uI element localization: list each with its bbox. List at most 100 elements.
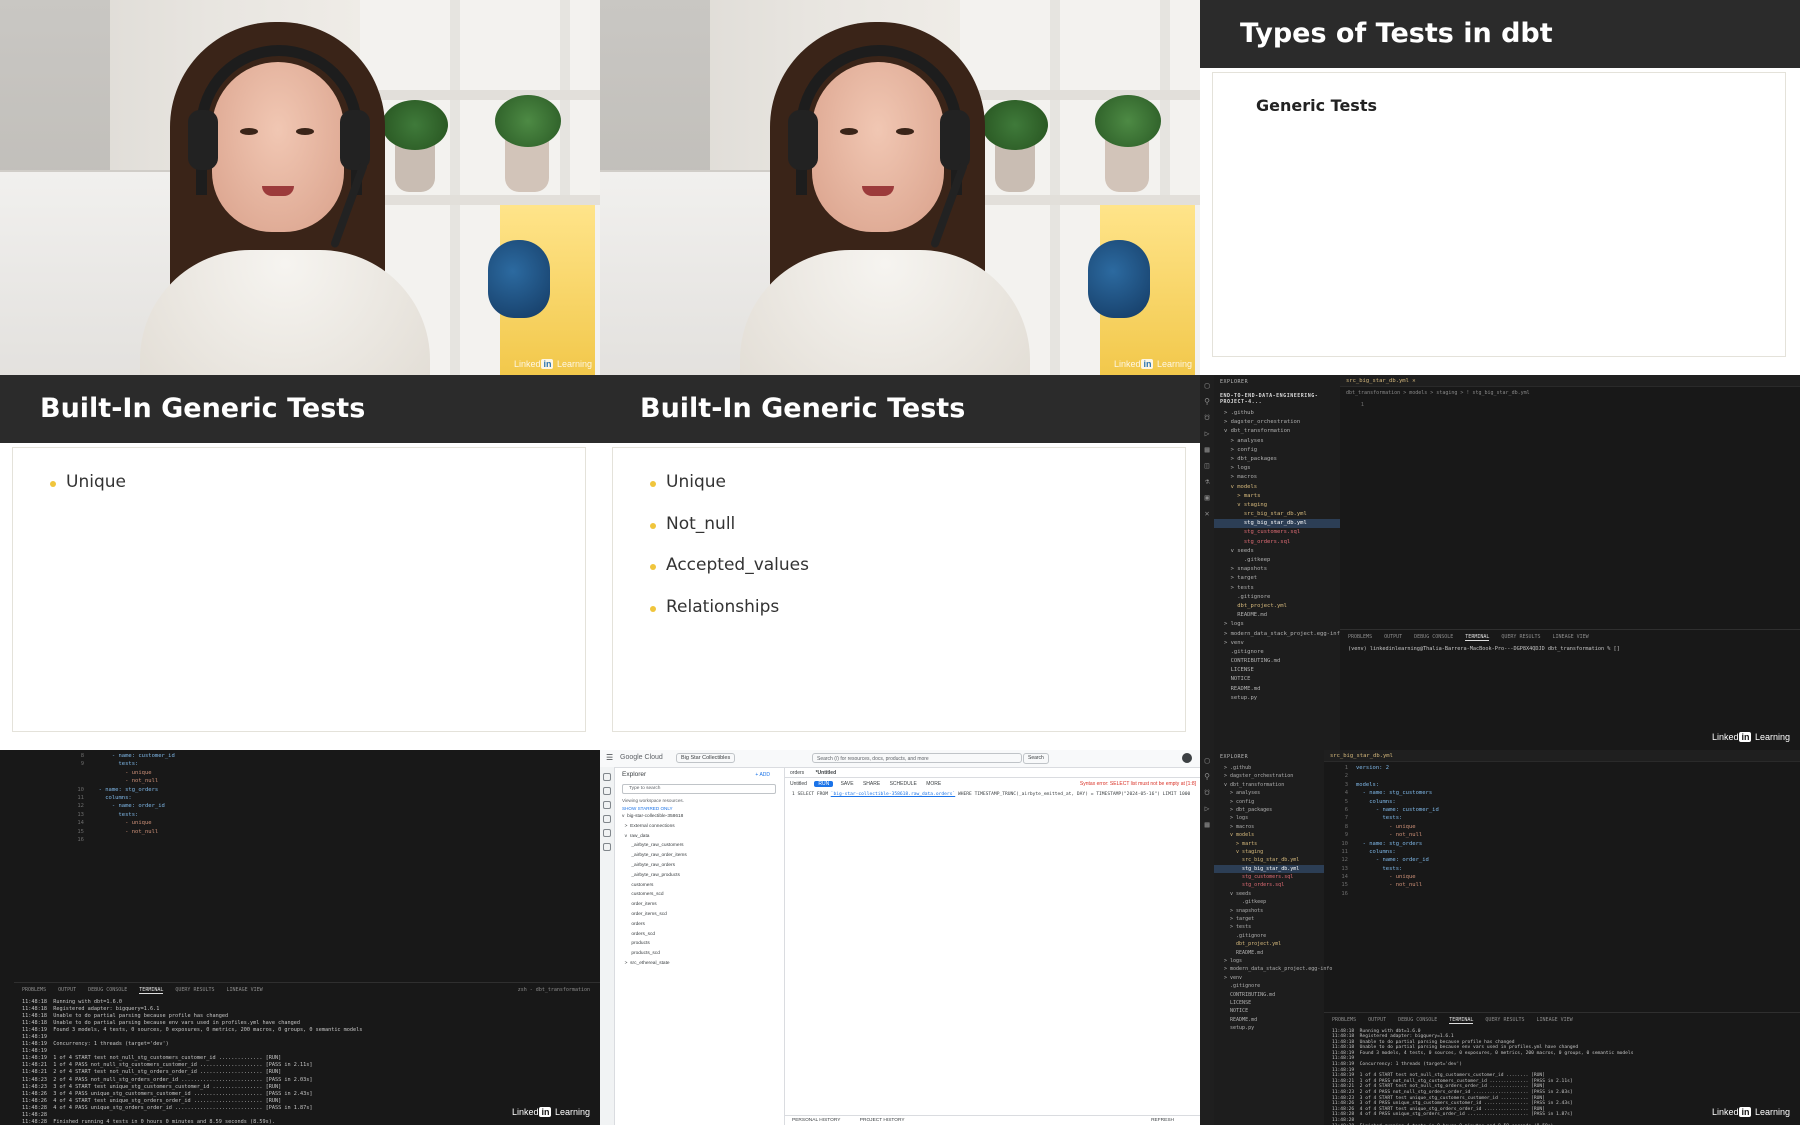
pipelines-icon[interactable] xyxy=(603,815,611,823)
file-tree-item[interactable]: stg_customers.sql xyxy=(1214,873,1324,881)
resource-tree-item[interactable]: > src_ethereal_state xyxy=(614,959,784,969)
file-tree-item[interactable]: > analyses xyxy=(1214,789,1324,797)
resource-tree-item[interactable]: order_items_scd xyxy=(614,910,784,920)
close-icon[interactable]: ✕ xyxy=(1204,510,1211,518)
search-icon[interactable]: ⚲ xyxy=(1204,773,1211,781)
file-tree-item[interactable]: > target xyxy=(1214,915,1324,923)
schedule-button[interactable]: SCHEDULE xyxy=(890,781,917,787)
file-tree-item[interactable]: stg_orders.sql xyxy=(1214,881,1324,889)
panel-tab[interactable]: QUERY RESULTS xyxy=(1501,634,1540,640)
project-title[interactable]: END-TO-END-DATA-ENGINEERING-PROJECT-4... xyxy=(1214,389,1340,409)
resource-tree-item[interactable]: _airbyte_raw_customers xyxy=(614,841,784,851)
settings-icon[interactable] xyxy=(603,843,611,851)
file-tree-item[interactable]: CONTRIBUTING.md xyxy=(1214,657,1340,666)
resource-tree-item[interactable]: orders_scd xyxy=(614,930,784,940)
panel-tab[interactable]: PROBLEMS xyxy=(1332,1017,1356,1023)
docker-icon[interactable]: ▣ xyxy=(1204,494,1211,502)
panel-tab[interactable]: PROBLEMS xyxy=(1348,634,1372,640)
file-tree-item[interactable]: > dagster_orchestration xyxy=(1214,418,1340,427)
panel-tab[interactable]: OUTPUT xyxy=(58,987,76,993)
file-tree-item[interactable]: > logs xyxy=(1214,464,1340,473)
file-tree-item[interactable]: v models xyxy=(1214,831,1324,839)
close-icon[interactable]: ✕ xyxy=(1412,378,1415,384)
file-tree-item[interactable]: v models xyxy=(1214,483,1340,492)
panel-tab[interactable]: DEBUG CONSOLE xyxy=(1414,634,1453,640)
database-icon[interactable]: ◫ xyxy=(1204,462,1211,470)
file-tree-item[interactable]: > config xyxy=(1214,798,1324,806)
editor-tab[interactable]: src_big_star_db.yml xyxy=(1324,750,1800,762)
search-input[interactable]: Search (/) for resources, docs, products… xyxy=(812,753,1022,763)
file-tree-item[interactable]: setup.py xyxy=(1214,1024,1324,1032)
editor-tab[interactable]: src_big_star_db.yml ✕ xyxy=(1340,375,1800,387)
file-tree-item[interactable]: > snapshots xyxy=(1214,565,1340,574)
panel-tab[interactable]: TERMINAL xyxy=(1449,1016,1474,1024)
file-tree-item[interactable]: > marts xyxy=(1214,840,1324,848)
file-tree-item[interactable]: stg_big_star_db.yml xyxy=(1214,864,1324,874)
file-tree-item[interactable]: .gitignore xyxy=(1214,982,1324,990)
source-control-icon[interactable]: ☋ xyxy=(1204,789,1211,797)
file-tree-item[interactable]: v dbt_transformation xyxy=(1214,427,1340,436)
file-tree-item[interactable]: > logs xyxy=(1214,957,1324,965)
file-tree-item[interactable]: .gitignore xyxy=(1214,932,1324,940)
file-tree-item[interactable]: CONTRIBUTING.md xyxy=(1214,991,1324,999)
file-tree-item[interactable]: > dbt_packages xyxy=(1214,806,1324,814)
add-button[interactable]: + ADD xyxy=(755,772,770,778)
file-tree-item[interactable]: LICENSE xyxy=(1214,666,1340,675)
file-tree-item[interactable]: README.md xyxy=(1214,949,1324,957)
file-tree-item[interactable]: .gitignore xyxy=(1214,648,1340,657)
project-history-tab[interactable]: PROJECT HISTORY xyxy=(860,1118,905,1123)
file-tree-item[interactable]: > logs xyxy=(1214,814,1324,822)
resource-tree-item[interactable]: _airbyte_raw_order_items xyxy=(614,851,784,861)
file-tree-item[interactable]: dbt_project.yml xyxy=(1214,602,1340,611)
panel-tab[interactable]: DEBUG CONSOLE xyxy=(1398,1017,1437,1023)
panel-tab[interactable]: PROBLEMS xyxy=(22,987,46,993)
panel-tab[interactable]: LINEAGE VIEW xyxy=(1537,1017,1573,1023)
avatar[interactable] xyxy=(1182,753,1192,763)
files-icon[interactable]: ▢ xyxy=(1204,382,1211,390)
file-tree-item[interactable]: README.md xyxy=(1214,1016,1324,1024)
file-tree-item[interactable]: v staging xyxy=(1214,501,1340,510)
file-tree-item[interactable]: > snapshots xyxy=(1214,907,1324,915)
source-control-icon[interactable]: ☋ xyxy=(1204,414,1211,422)
file-tree-item[interactable]: LICENSE xyxy=(1214,999,1324,1007)
run-debug-icon[interactable]: ▷ xyxy=(1204,805,1211,813)
file-tree-item[interactable]: > dagster_orchestration xyxy=(1214,772,1324,780)
file-tree-item[interactable]: > venv xyxy=(1214,639,1340,648)
file-tree-item[interactable]: > macros xyxy=(1214,823,1324,831)
resource-tree-item[interactable]: order_items xyxy=(614,900,784,910)
file-tree-item[interactable]: setup.py xyxy=(1214,694,1340,703)
file-tree-item[interactable]: v seeds xyxy=(1214,547,1340,556)
panel-tab[interactable]: TERMINAL xyxy=(1465,634,1490,641)
more-button[interactable]: MORE xyxy=(926,781,941,787)
file-tree-item[interactable]: > config xyxy=(1214,446,1340,455)
test-icon[interactable]: ⚗ xyxy=(1204,478,1211,486)
panel-tab[interactable]: DEBUG CONSOLE xyxy=(88,987,127,993)
terminal-prompt[interactable]: (venv) linkedinlearning@Thalia-Barrera-M… xyxy=(1348,646,1792,653)
share-button[interactable]: SHARE xyxy=(863,781,880,787)
file-tree-item[interactable]: .gitignore xyxy=(1214,593,1340,602)
panel-tab[interactable]: OUTPUT xyxy=(1384,634,1402,640)
query-tab[interactable]: orders xyxy=(790,770,804,776)
panel-tab[interactable]: OUTPUT xyxy=(1368,1017,1386,1023)
project-selector[interactable]: Big Star Collectibles xyxy=(676,753,736,763)
resource-tree-item[interactable]: _airbyte_raw_products xyxy=(614,871,784,881)
query-tab-active[interactable]: *Untitled xyxy=(816,770,837,776)
file-tree-item[interactable]: > dbt_packages xyxy=(1214,455,1340,464)
file-tree-item[interactable]: NOTICE xyxy=(1214,1007,1324,1015)
file-tree-item[interactable]: > modern_data_stack_project.egg-info xyxy=(1214,965,1332,973)
sql-editor[interactable]: 1 SELECT FROM `big-star-collectible-3586… xyxy=(784,790,1200,799)
file-tree-item[interactable]: dbt_project.yml xyxy=(1214,940,1324,948)
menu-icon[interactable]: ☰ xyxy=(606,753,613,762)
file-tree-item[interactable]: > tests xyxy=(1214,584,1340,593)
run-button[interactable]: RUN xyxy=(814,781,834,787)
file-tree-item[interactable]: stg_big_star_db.yml xyxy=(1214,519,1340,529)
search-button[interactable]: Search xyxy=(1023,753,1049,764)
file-tree-item[interactable]: .gitkeep xyxy=(1214,556,1340,565)
panel-tab[interactable]: QUERY RESULTS xyxy=(1485,1017,1524,1023)
show-starred-button[interactable]: SHOW STARRED ONLY xyxy=(614,805,784,812)
run-debug-icon[interactable]: ▷ xyxy=(1204,430,1211,438)
file-tree-item[interactable]: src_big_star_db.yml xyxy=(1214,856,1324,864)
resource-tree-item[interactable]: customers xyxy=(614,881,784,891)
extensions-icon[interactable]: ▦ xyxy=(1204,446,1211,454)
panel-tab[interactable]: QUERY RESULTS xyxy=(175,987,214,993)
